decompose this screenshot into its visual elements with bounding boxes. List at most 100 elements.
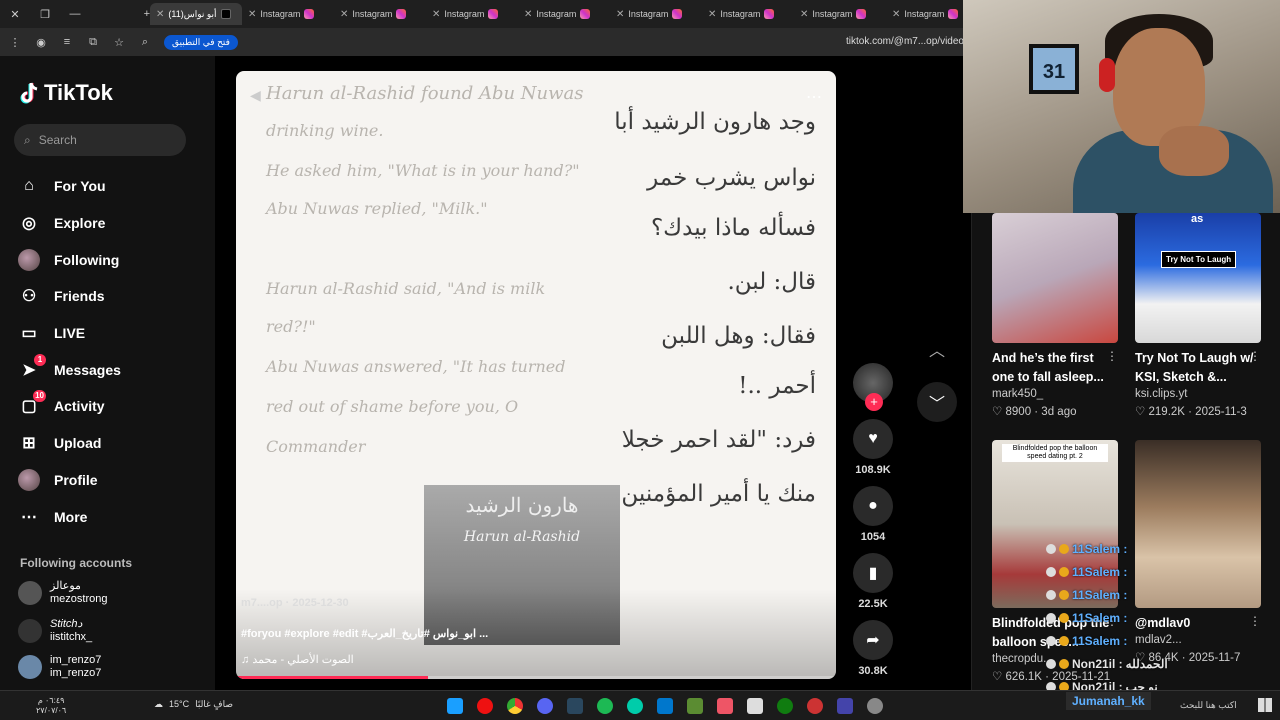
follow-plus-icon[interactable]: + (865, 393, 883, 411)
nav-label: Explore (54, 215, 106, 232)
app-icon[interactable] (807, 698, 823, 714)
thumb-caption: Blindfolded pop the balloon speed dating… (1002, 444, 1108, 462)
avatar (18, 655, 42, 679)
english-line: Abu Nuwas replied, "Milk." (266, 199, 488, 218)
url-field[interactable]: tiktok.com/@m7...op/video/ (846, 36, 967, 47)
tab-label: Instagram (536, 9, 577, 19)
save-button[interactable]: ▮ 22.5K (850, 553, 896, 610)
tiktok-logo[interactable]: TikTok (20, 80, 113, 106)
search-icon[interactable]: ⌕ (138, 35, 152, 49)
close-window-icon[interactable]: ✕ (0, 8, 30, 21)
cast-icon[interactable]: ≡ (60, 35, 74, 49)
close-tab-icon[interactable]: ✕ (156, 9, 164, 20)
vscode-icon[interactable] (657, 698, 673, 714)
english-line: Abu Nuwas answered, "It has turned (266, 357, 566, 376)
browser-tab[interactable]: ✕ Instagram (610, 3, 702, 25)
settings-gear-icon[interactable] (867, 698, 883, 714)
chat-badge-icon (1059, 543, 1069, 554)
close-tab-icon[interactable]: ✕ (708, 9, 716, 20)
nav-profile[interactable]: Profile (18, 462, 208, 499)
more-options-icon[interactable]: ⋮ (1249, 349, 1261, 363)
steam-client-icon[interactable] (567, 698, 583, 714)
nav-more[interactable]: ⋯ More (18, 498, 208, 535)
chevron-down-icon: ﹀ (928, 396, 945, 413)
following-account[interactable]: موعالز mezostrong (18, 580, 107, 606)
close-tab-icon[interactable]: ✕ (800, 9, 808, 20)
recommended-card[interactable]: as Try Not To Laugh ⋮ Try Not To Laugh w… (1135, 213, 1261, 418)
browser-tab[interactable]: ✕ Instagram (518, 3, 610, 25)
browser-tab[interactable]: ✕ Instagram (426, 3, 518, 25)
more-options-icon[interactable]: ⋮ (1249, 614, 1261, 628)
nav-upload[interactable]: ⊞ Upload (18, 425, 208, 462)
video-progress-bar[interactable] (236, 676, 836, 679)
browser-tab[interactable]: ✕ Instagram (702, 3, 794, 25)
volume-icon[interactable]: ◀ (250, 87, 261, 104)
restore-window-icon[interactable]: ❐ (30, 8, 60, 21)
arabic-line: فسأله ماذا بيدك؟ (650, 215, 816, 241)
chat-badge-icon (1046, 543, 1056, 554)
chat-badge-icon (1059, 658, 1069, 669)
video-sound[interactable]: ♫ الصوت الأصلي - محمد (241, 653, 354, 666)
minecraft-icon[interactable] (687, 698, 703, 714)
tab-label: Instagram (260, 9, 301, 19)
video-player[interactable]: ◀ ⋯ Harun al-Rashid found Abu Nuwas drin… (236, 71, 836, 679)
open-in-app-button[interactable]: فتح في التطبيق (164, 34, 238, 50)
steam-icon[interactable] (447, 698, 463, 714)
chrome-icon[interactable] (507, 698, 523, 714)
chat-message: 11Salem : (1046, 629, 1236, 652)
app-icon[interactable] (717, 698, 733, 714)
close-tab-icon[interactable]: ✕ (616, 9, 624, 20)
new-tab-button[interactable]: + (90, 8, 150, 20)
more-options-icon[interactable]: ⋮ (1106, 349, 1118, 363)
app-icon[interactable] (477, 698, 493, 714)
taskbar-search[interactable]: اكتب هنا للبحث (1180, 700, 1237, 711)
close-tab-icon[interactable]: ✕ (340, 9, 348, 20)
nav-activity[interactable]: ▢ 10 Activity (18, 388, 208, 425)
bookmark-star-icon[interactable]: ☆ (112, 35, 126, 49)
profile-icon[interactable]: ◉ (34, 35, 48, 49)
share-button[interactable]: ➦ 30.8K (850, 620, 896, 677)
minimize-window-icon[interactable]: — (60, 8, 90, 20)
discord-icon[interactable] (537, 698, 553, 714)
nav-explore[interactable]: ◎ Explore (18, 205, 208, 242)
windows-start-icon[interactable] (1258, 698, 1272, 712)
edge-icon[interactable] (627, 698, 643, 714)
browser-tab-active[interactable]: ✕ (11)أبو نواس (150, 3, 242, 25)
video-menu-icon[interactable]: ⋯ (806, 87, 822, 107)
search-input[interactable]: ⌕ Search (14, 124, 186, 156)
app-icon[interactable] (837, 698, 853, 714)
nav-messages[interactable]: ➤ 1 Messages (18, 351, 208, 388)
recommended-card[interactable]: ⋮ And he’s the first one to fall asleep.… (992, 213, 1118, 418)
video-caption[interactable]: #foryou #explore #edit #ابو_نواس #تاريخ_… (241, 627, 488, 640)
app-icon[interactable] (747, 698, 763, 714)
extensions-icon[interactable]: ⧉ (86, 35, 100, 49)
browser-tab[interactable]: ✕ Instagram (242, 3, 334, 25)
weather-widget[interactable]: ☁ 15°C صافٍ غالبًا (154, 699, 233, 710)
chat-text: الحمدلله (1125, 656, 1168, 671)
browser-tab[interactable]: ✕ Instagram (334, 3, 426, 25)
nav-live[interactable]: ▭ LIVE (18, 315, 208, 352)
menu-dots-icon[interactable]: ⋮ (8, 35, 22, 49)
clock[interactable]: ٠٦:٤٩ م ٢٧/٠٧/٠٦ (36, 696, 66, 716)
close-tab-icon[interactable]: ✕ (248, 9, 256, 20)
video-author-date[interactable]: m7....op · 2025-12-30 (241, 597, 349, 609)
close-tab-icon[interactable]: ✕ (892, 9, 900, 20)
following-account[interactable]: im_renzo7 im_renzo7 (18, 654, 101, 680)
browser-tab[interactable]: ✕ Instagram (794, 3, 886, 25)
nav-for-you[interactable]: ⌂ For You (18, 168, 208, 205)
nav-following[interactable]: Following (18, 241, 208, 278)
close-tab-icon[interactable]: ✕ (432, 9, 440, 20)
next-video-button[interactable]: ﹀ (917, 382, 957, 422)
chat-message: 11Salem : (1046, 583, 1236, 606)
chat-badge-icon (1046, 635, 1056, 646)
comment-button[interactable]: ● 1054 (850, 486, 896, 543)
nav-friends[interactable]: ⚇ Friends (18, 278, 208, 315)
creator-avatar[interactable]: + (850, 363, 896, 411)
spotify-icon[interactable] (597, 698, 613, 714)
like-button[interactable]: ♥ 108.9K (850, 419, 896, 476)
close-tab-icon[interactable]: ✕ (524, 9, 532, 20)
previous-video-button[interactable]: ︿ (917, 329, 957, 369)
xbox-icon[interactable] (777, 698, 793, 714)
comment-icon: ● (853, 486, 893, 526)
following-account[interactable]: Stitchد iistitchx_ (18, 618, 92, 644)
